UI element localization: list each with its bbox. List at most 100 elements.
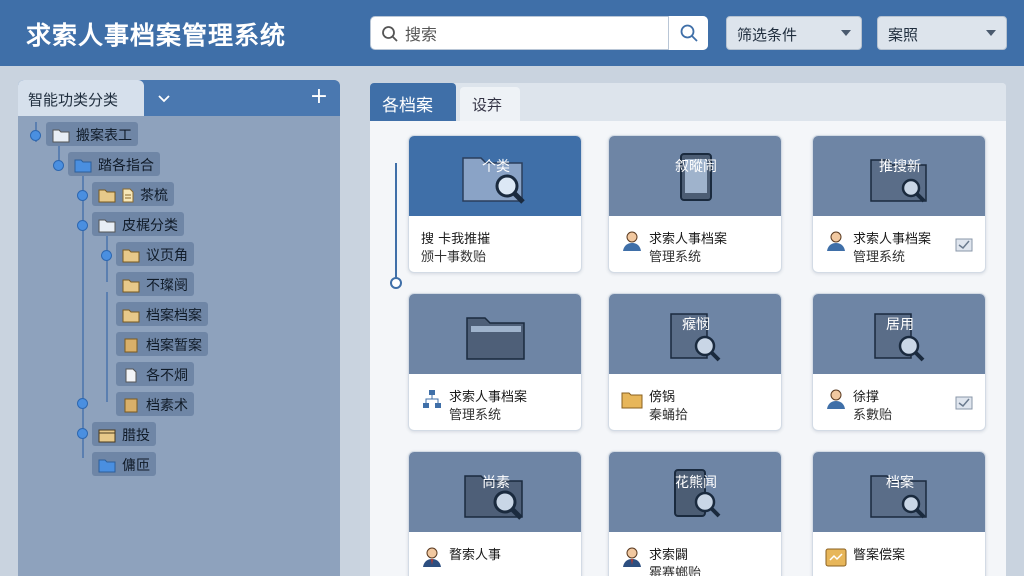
card-title: 搜 卡我推摧 [421, 232, 491, 247]
folder-icon [466, 317, 525, 360]
tree-item[interactable]: 不璨阌 [116, 272, 194, 296]
folder-icon [98, 458, 116, 473]
card-thumb-label: 推搜新 [879, 159, 921, 175]
tree-node-dot [77, 190, 88, 201]
archive-card[interactable]: 个类 搜 卡我推摧 颁十事数贻 [408, 135, 582, 273]
tree-item-label: 搬案表工 [76, 128, 132, 144]
card-title: 傍锅 [649, 390, 676, 405]
tree-item[interactable]: 傭匝 [92, 452, 156, 476]
card-subtitle: 颁十事数贻 [421, 250, 487, 265]
archive-card[interactable]: 居用 徐撑 系數贻 [812, 293, 986, 431]
tree-item-label: 皮梶分类 [122, 218, 178, 234]
mail-check-icon[interactable] [955, 236, 973, 252]
timeline-line [395, 163, 397, 281]
tree-item[interactable]: 茶梳 [92, 182, 174, 206]
archive-icon [98, 428, 116, 443]
tab-smart-category[interactable]: 智能功类分类 [18, 80, 144, 116]
tree-item-label: 档案档案 [146, 308, 202, 324]
tree-node-dot [77, 428, 88, 439]
card-thumbnail: 推搜新 [813, 136, 985, 216]
network-icon [423, 390, 441, 408]
card-subtitle: 管理系统 [449, 408, 502, 423]
archive-card[interactable]: 花熊闻 求索闢 霉赛螂贻 [608, 451, 782, 576]
tree-item-label: 不璨阌 [146, 278, 188, 294]
card-subtitle: 秦蛹拾 [649, 408, 689, 423]
tab-archives[interactable]: 各档案 [370, 83, 456, 121]
card-thumb-label: 个类 [482, 159, 510, 175]
tree-item[interactable]: 搬案表工 [46, 122, 138, 146]
folder-icon [122, 308, 140, 323]
person-icon [623, 231, 641, 251]
document-icon [122, 188, 134, 203]
file-icon [122, 338, 140, 353]
tree-node-dot [53, 160, 64, 171]
card-thumbnail: 叙暰闹 [609, 136, 781, 216]
tree-item[interactable]: 档案档案 [116, 302, 208, 326]
sort-dropdown[interactable]: 案照 [877, 16, 1007, 50]
card-thumbnail [409, 294, 581, 374]
tree-node-dot [101, 250, 112, 261]
folder-icon [98, 218, 116, 233]
add-icon[interactable]: + [308, 84, 330, 110]
card-title: 徐撑 [853, 390, 880, 405]
card-title: 瞥案偿案 [853, 548, 906, 563]
search-input[interactable] [405, 22, 661, 46]
archive-card[interactable]: 尚素 瞀索人事 [408, 451, 582, 576]
archive-card[interactable]: 档案 瞥案偿案 [812, 451, 986, 576]
folder-icon [621, 392, 643, 409]
tree-item[interactable]: 腊投 [92, 422, 156, 446]
tree-item[interactable]: 踏各指合 [68, 152, 160, 176]
tree-item-label: 各不烔 [146, 368, 188, 384]
app-header: 求索人事档案管理系统 筛选条件 案照 [0, 0, 1024, 66]
card-thumbnail: 居用 [813, 294, 985, 374]
card-subtitle: 管理系统 [853, 250, 906, 265]
file-icon [122, 398, 140, 413]
card-thumb-label: 瘊悯 [682, 317, 710, 333]
card-thumbnail: 个类 [409, 136, 581, 216]
tree-item-label: 茶梳 [140, 188, 168, 204]
tab-settings[interactable]: 设弃 [460, 87, 520, 121]
archive-card[interactable]: 叙暰闹 求索人事档案 管理系统 [608, 135, 782, 273]
archive-card[interactable]: 推搜新 求索人事档案 管理系统 [812, 135, 986, 273]
archive-tabbar: 各档案 设弃 [370, 83, 1006, 121]
folder-icon [825, 548, 847, 567]
app-title: 求索人事档案管理系统 [26, 21, 287, 50]
search-button[interactable] [668, 16, 708, 50]
tree-node-dot [30, 130, 41, 141]
folder-icon [122, 248, 140, 263]
tree-item-label: 议页角 [146, 248, 188, 264]
tree-item-label: 档案暂案 [146, 338, 202, 354]
chevron-down-icon[interactable] [156, 90, 172, 106]
tree-connector [106, 292, 108, 402]
tree-item-label: 腊投 [122, 428, 150, 444]
card-subtitle: 系數贻 [853, 408, 893, 423]
card-thumb-label: 档案 [886, 475, 914, 491]
sort-dropdown-label: 案照 [888, 26, 919, 44]
card-thumb-label: 居用 [886, 317, 914, 333]
tree-item[interactable]: 皮梶分类 [92, 212, 184, 236]
person-icon [623, 547, 641, 567]
archive-card[interactable]: 求索人事档案 管理系统 [408, 293, 582, 431]
search-icon [680, 24, 698, 42]
filter-dropdown[interactable]: 筛选条件 [726, 16, 862, 50]
tree-item[interactable]: 档素术 [116, 392, 194, 416]
search-box[interactable] [370, 16, 708, 50]
category-panel: 智能功类分类 + 搬案表工 踏各指合 茶梳 皮梶分类 议页角 不璨阌 档案档案 … [18, 80, 340, 576]
card-title: 求索人事档案 [649, 232, 728, 247]
archive-card[interactable]: 瘊悯 傍锅 秦蛹拾 [608, 293, 782, 431]
card-thumb-label: 尚素 [482, 475, 510, 491]
mail-check-icon[interactable] [955, 394, 973, 410]
tree-item[interactable]: 各不烔 [116, 362, 194, 386]
timeline-dot [390, 277, 402, 289]
card-title: 求索闢 [649, 548, 689, 563]
tree-item[interactable]: 议页角 [116, 242, 194, 266]
tree-item[interactable]: 档案暂案 [116, 332, 208, 356]
archive-panel: 各档案 设弃 个类 搜 卡我推摧 颁十事数贻 叙暰闹 求索人事档案 管理系统 推… [370, 83, 1006, 576]
document-icon [122, 368, 140, 383]
tree-node-dot [77, 398, 88, 409]
card-thumbnail: 档案 [813, 452, 985, 532]
tree-item-label: 踏各指合 [98, 158, 154, 174]
card-title: 瞀索人事 [449, 548, 502, 563]
person-icon [827, 231, 845, 251]
filter-dropdown-label: 筛选条件 [737, 26, 798, 44]
